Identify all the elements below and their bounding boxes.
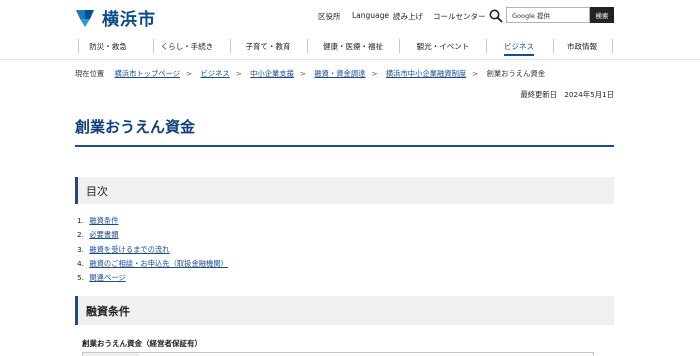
util-link-read-aloud[interactable]: 読み上げ: [393, 11, 423, 22]
util-link-language[interactable]: Language: [352, 11, 389, 20]
breadcrumb-link-loan-system[interactable]: 横浜市中小企業融資制度: [386, 69, 466, 78]
breadcrumb-separator: >: [299, 69, 307, 78]
breadcrumb-separator: >: [472, 69, 479, 78]
search-input[interactable]: Google 提供: [506, 7, 590, 23]
nav-item-tourism[interactable]: 観光・イベント: [417, 41, 470, 52]
site-logo[interactable]: 横浜市: [74, 5, 156, 30]
toc-list: 1. 融資条件 2. 必要書類 3. 融資を受けるまでの流れ 4. 融資のご相談…: [77, 216, 228, 287]
breadcrumb-separator: >: [235, 69, 242, 78]
toc-number: 5.: [77, 273, 84, 283]
toc-number: 2.: [77, 230, 84, 240]
nav-item-disaster[interactable]: 防災・救急: [89, 41, 127, 52]
search-icon[interactable]: [489, 8, 503, 23]
breadcrumb-link-sme-support[interactable]: 中小企業支援: [250, 69, 294, 78]
nav-item-city-government[interactable]: 市政情報: [567, 41, 597, 52]
toc-link-flow[interactable]: 融資を受けるまでの流れ: [89, 245, 169, 254]
toc-number: 3.: [77, 244, 84, 254]
util-link-call-center[interactable]: コールセンター: [433, 11, 486, 22]
toc-number: 4.: [77, 258, 84, 268]
breadcrumb-link-financing[interactable]: 融資・資金調達: [314, 69, 365, 78]
toc-item: 2. 必要書類: [77, 230, 228, 244]
toc-heading: 目次: [75, 177, 614, 204]
nav-item-business[interactable]: ビジネス: [504, 41, 534, 56]
nav-divider: [153, 39, 154, 53]
breadcrumb-current: 創業おうえん資金: [486, 69, 545, 78]
toc-link-consultation[interactable]: 融資のご相談・お申込先（取扱金融機関）: [89, 259, 228, 268]
nav-item-health[interactable]: 健康・医療・福祉: [323, 41, 383, 52]
title-divider: [75, 145, 614, 147]
yokohama-emblem-icon: [74, 7, 96, 29]
breadcrumb-separator: >: [186, 69, 193, 78]
toc-item: 4. 融資のご相談・お申込先（取扱金融機関）: [77, 259, 228, 273]
page-title: 創業おうえん資金: [75, 118, 196, 136]
logo-text: 横浜市: [102, 10, 156, 30]
site-header: 横浜市 区役所 Language 読み上げ コールセンター Google 提供 …: [0, 0, 700, 33]
section-heading-conditions: 融資条件: [75, 296, 614, 325]
nav-divider: [553, 39, 554, 53]
toc-number: 1.: [77, 216, 84, 225]
nav-divider: [230, 39, 231, 53]
nav-divider: [307, 39, 308, 53]
search-placeholder: Google 提供: [512, 12, 550, 20]
util-link-ward-office[interactable]: 区役所: [318, 11, 341, 22]
nav-divider: [78, 39, 79, 53]
toc-link-related[interactable]: 関連ページ: [89, 273, 125, 282]
breadcrumb-label: 現在位置: [75, 69, 105, 78]
nav-divider: [486, 39, 487, 53]
toc-item: 3. 融資を受けるまでの流れ: [77, 245, 228, 259]
conditions-table: [82, 352, 594, 356]
search-button[interactable]: 検索: [590, 7, 614, 23]
section-subheading: 創業おうえん資金（経営者保証有）: [82, 339, 202, 348]
toc-link-conditions[interactable]: 融資条件: [89, 216, 118, 225]
toc-link-documents[interactable]: 必要書類: [89, 230, 118, 239]
breadcrumb-link-top[interactable]: 横浜市トップページ: [115, 69, 181, 78]
nav-item-childcare[interactable]: 子育て・教育: [246, 41, 291, 52]
breadcrumb: 現在位置 横浜市トップページ > ビジネス > 中小企業支援 > 融資・資金調達 > 横…: [75, 69, 545, 79]
nav-divider: [399, 39, 400, 53]
toc-item: 5. 関連ページ: [77, 273, 228, 287]
global-nav: 防災・救急 くらし・手続き 子育て・教育 健康・医療・福祉 観光・イベント ビジ…: [0, 34, 700, 60]
toc-item: 1. 融資条件: [77, 216, 228, 230]
nav-item-living[interactable]: くらし・手続き: [161, 41, 214, 52]
nav-divider: [612, 39, 613, 53]
breadcrumb-link-business[interactable]: ビジネス: [201, 69, 230, 78]
breadcrumb-separator: >: [371, 69, 378, 78]
last-updated: 最終更新日 2024年5月1日: [520, 90, 614, 99]
